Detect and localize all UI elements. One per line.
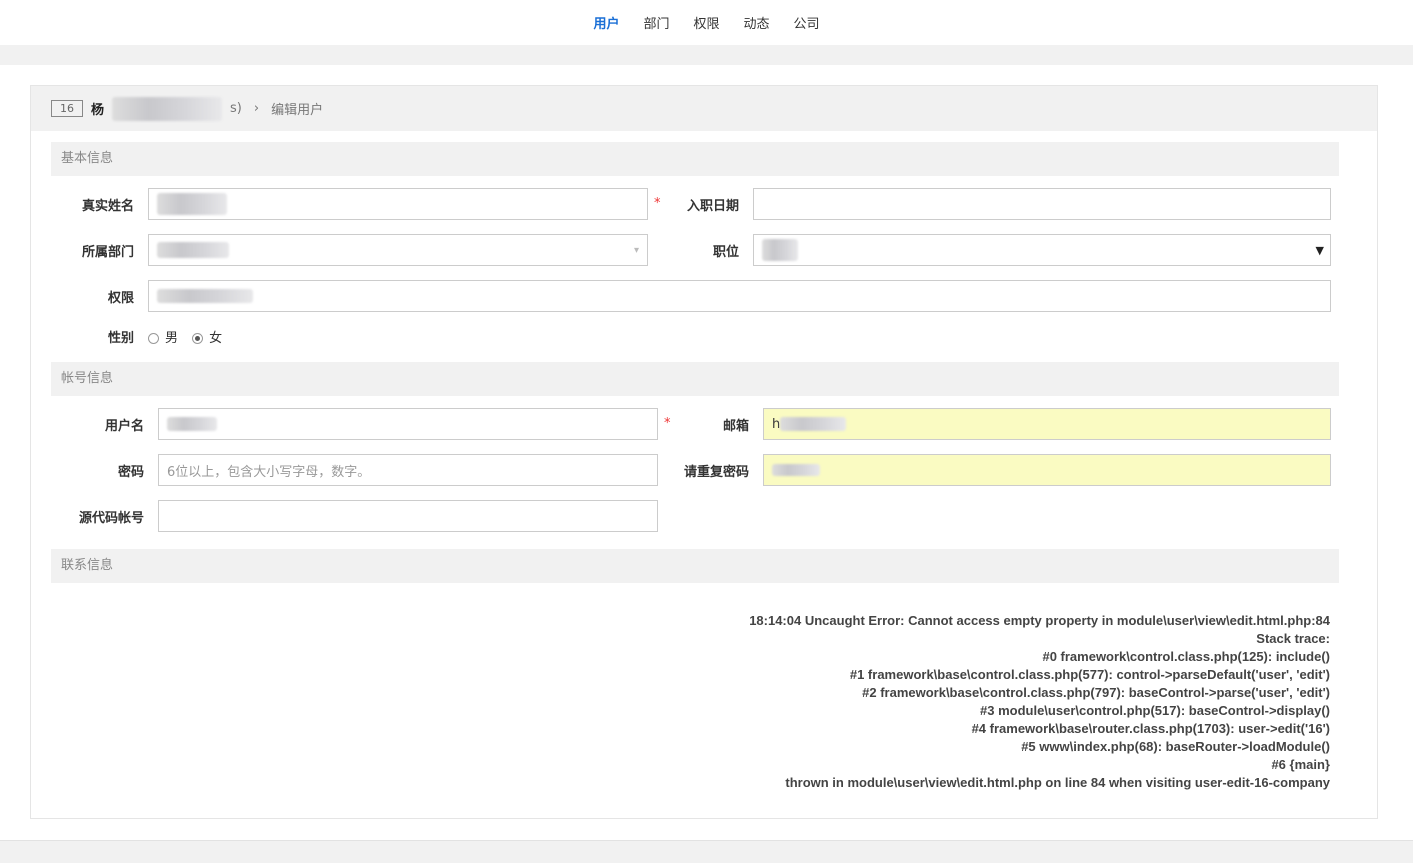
divider-band [0,45,1413,65]
gender-group: 男 女 [148,327,222,346]
caret-down-icon: ▼ [1315,243,1324,257]
error-line: #4 framework\base\router.class.php(1703)… [971,721,1330,736]
chevron-right-icon: › [253,101,260,116]
realname-label: 真实姓名 [81,199,134,214]
section-basic: 基本信息 [51,142,1339,176]
gender-male-label: 男 [165,331,179,346]
join-date-label: 入职日期 [686,199,739,214]
gender-label: 性别 [107,331,134,346]
email-label: 邮箱 [722,419,749,434]
realname-input[interactable] [148,188,648,220]
repeat-password-input[interactable] [763,454,1331,486]
breadcrumb: 16 杨 s) › 编辑用户 [31,86,1377,131]
error-line: #6 {main} [1271,757,1330,772]
password-placeholder: 6位以上，包含大小写字母，数字。 [167,464,371,480]
role-select[interactable]: ▼ [753,234,1331,266]
footer-band [0,840,1413,863]
join-date-input[interactable] [753,188,1331,220]
dept-select[interactable]: ▾ [148,234,648,266]
error-line: #5 www\index.php(68): baseRouter->loadMo… [1021,739,1330,754]
commiter-input[interactable] [158,500,658,532]
redacted-name [112,96,223,121]
nav-privileges[interactable]: 权限 [693,13,719,32]
priv-input[interactable] [148,280,1331,312]
section-contact: 联系信息 [51,549,1339,583]
required-mark: * [654,196,661,211]
error-line: #0 framework\control.class.php(125): inc… [1042,649,1330,664]
repeat-password-label: 请重复密码 [683,465,749,480]
error-line: thrown in module\user\view\edit.html.php… [785,775,1330,790]
error-line: Stack trace: [1256,631,1330,646]
nav-users[interactable]: 用户 [593,13,619,32]
edit-user-panel: 16 杨 s) › 编辑用户 基本信息 真实姓名 * 入职日期 所属部门 ▾ 职… [30,85,1378,819]
account-label: 用户名 [104,419,144,434]
nav-dynamics[interactable]: 动态 [744,13,770,32]
email-input[interactable]: h [763,408,1331,440]
priv-label: 权限 [107,291,134,306]
nav-departments[interactable]: 部门 [643,13,669,32]
gender-male-radio[interactable] [148,333,159,344]
error-line: #2 framework\base\control.class.php(797)… [862,685,1330,700]
breadcrumb-current: 编辑用户 [271,103,324,118]
user-id-badge: 16 [51,100,83,117]
password-input[interactable]: 6位以上，包含大小写字母，数字。 [158,454,658,486]
nav-company[interactable]: 公司 [794,13,820,32]
account-input[interactable] [158,408,658,440]
commiter-label: 源代码帐号 [78,511,144,526]
caret-down-icon: ▾ [633,244,639,256]
error-line: #1 framework\base\control.class.php(577)… [849,667,1330,682]
user-name: 杨 [91,103,105,118]
required-mark: * [664,416,671,431]
role-label: 职位 [712,245,739,260]
section-account: 帐号信息 [51,362,1339,396]
dept-label: 所属部门 [81,245,134,260]
error-line: #3 module\user\control.php(517): baseCon… [980,703,1330,718]
user-name-suffix: s) [230,101,242,116]
gender-female-label: 女 [209,331,223,346]
email-value: h [772,416,781,432]
error-message: 18:14:04 Uncaught Error: Cannot access e… [749,612,1330,792]
gender-female-radio[interactable] [192,333,204,344]
top-nav: 用户 部门 权限 动态 公司 [0,0,1413,45]
password-label: 密码 [117,465,144,480]
error-line: 18:14:04 Uncaught Error: Cannot access e… [749,613,1330,628]
